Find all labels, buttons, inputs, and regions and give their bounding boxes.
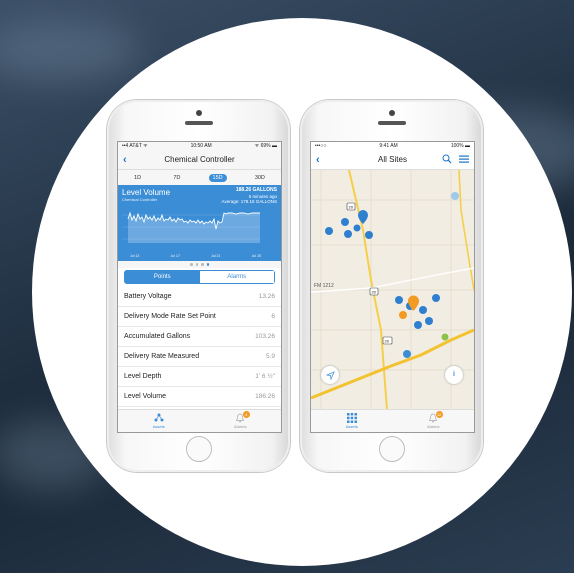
- point-label: Accumulated Gallons: [124, 333, 191, 340]
- chart-subtitle: Chemical Controller: [122, 197, 158, 202]
- point-value: 5.9: [265, 353, 275, 360]
- nav-bar: ‹ Chemical Controller: [118, 151, 281, 170]
- chart-title: Level Volume: [122, 188, 171, 197]
- battery: ᯤ 69% ▬: [254, 143, 277, 149]
- point-label: Battery Voltage: [124, 293, 172, 300]
- bell-icon: [393, 413, 475, 424]
- clock: 9:41 AM: [379, 143, 398, 149]
- page-dot: [201, 263, 204, 266]
- point-value: 1' 6 ½": [255, 373, 275, 380]
- route-shield-label: 20: [385, 339, 390, 344]
- chart-value-block: 188.26 GALLONS 5 minutes ago Average: 17…: [221, 187, 277, 205]
- tab-label: Alarms: [234, 424, 247, 429]
- point-value: 13.26: [258, 293, 275, 300]
- time-range-selector: 1D 7D 15D 30D: [118, 170, 281, 185]
- route-shield-label: 20: [372, 290, 377, 295]
- page-title: All Sites: [378, 155, 407, 164]
- point-value: 103.26: [255, 333, 275, 340]
- tab-bar: Assets 4 Alarms: [118, 409, 281, 432]
- alarm-count-badge: 12: [435, 411, 443, 418]
- route-shield-label: 20: [349, 205, 354, 210]
- nav-actions: [442, 151, 469, 169]
- range-30d[interactable]: 30D: [251, 174, 269, 182]
- x-tick: Jul 13: [130, 254, 140, 258]
- clock: 10:50 AM: [190, 143, 212, 149]
- road-label: FM 1212: [314, 283, 334, 289]
- chart-plot: [122, 211, 260, 243]
- point-label: Level Volume: [124, 393, 167, 400]
- points-alarms-segmented: Points Alarms: [124, 270, 275, 284]
- tab-label: Assets: [152, 424, 165, 429]
- range-1d[interactable]: 1D: [130, 174, 145, 182]
- segment-alarms[interactable]: Alarms: [199, 271, 274, 283]
- tab-assets[interactable]: Assets: [311, 410, 393, 432]
- bell-icon: [200, 413, 282, 424]
- search-icon[interactable]: [442, 154, 455, 165]
- x-tick: Jul 25: [251, 254, 261, 258]
- carrier: ••4 AT&T ᯤ: [122, 143, 148, 149]
- front-camera: [195, 110, 202, 116]
- battery: 100% ▬: [450, 143, 470, 149]
- assets-icon: [118, 413, 200, 424]
- tab-label: Alarms: [427, 424, 440, 429]
- tab-alarms[interactable]: 4 Alarms: [200, 410, 282, 432]
- chevron-left-icon[interactable]: ‹: [316, 151, 320, 169]
- grid-icon: [311, 413, 393, 424]
- tab-bar: Assets 12 Alarms: [311, 409, 474, 432]
- list-item[interactable]: Level Depth 1' 6 ½": [118, 367, 281, 387]
- chart-value-average: Average: 178.15 GALLONS: [221, 199, 277, 204]
- x-tick: Jul 21: [211, 254, 221, 258]
- page-dot: [195, 263, 198, 266]
- level-chart[interactable]: Level Volume Chemical Controller 188.26 …: [118, 185, 281, 261]
- screen: •••○○ 9:41 AM 100% ▬ ‹ All Sites FM 1212…: [310, 141, 475, 433]
- page-title: Chemical Controller: [164, 155, 235, 164]
- tab-alarms[interactable]: 12 Alarms: [393, 410, 475, 432]
- earpiece-speaker: [184, 121, 213, 125]
- range-15d[interactable]: 15D: [208, 173, 227, 182]
- site-markers: [325, 210, 440, 329]
- list-item[interactable]: Battery Voltage 13.26: [118, 287, 281, 307]
- tab-label: Assets: [345, 424, 358, 429]
- list-item[interactable]: Delivery Mode Rate Set Point 6: [118, 307, 281, 327]
- list-item[interactable]: Level Volume 186.26: [118, 387, 281, 407]
- segment-points[interactable]: Points: [125, 271, 200, 283]
- info-icon[interactable]: i: [445, 366, 463, 384]
- phone-chemical-controller: ••4 AT&T ᯤ 10:50 AM ᯤ 69% ▬ ‹ Chemical C…: [107, 100, 290, 472]
- sky-cloud: [0, 20, 140, 80]
- point-label: Delivery Rate Measured: [124, 353, 200, 360]
- earpiece-speaker: [377, 121, 406, 125]
- alarm-count-badge: 4: [242, 411, 250, 418]
- chevron-left-icon[interactable]: ‹: [123, 151, 127, 169]
- points-list: Battery Voltage 13.26 Delivery Mode Rate …: [118, 287, 281, 407]
- tab-assets[interactable]: Assets: [118, 410, 200, 432]
- phone-all-sites: •••○○ 9:41 AM 100% ▬ ‹ All Sites FM 1212…: [300, 100, 483, 472]
- signal: •••○○: [315, 143, 327, 149]
- x-tick: Jul 17: [170, 254, 180, 258]
- list-item[interactable]: Accumulated Gallons 103.26: [118, 327, 281, 347]
- home-button[interactable]: [378, 436, 405, 462]
- nav-bar: ‹ All Sites: [311, 151, 474, 170]
- list-item[interactable]: Delivery Rate Measured 5.9: [118, 347, 281, 367]
- menu-icon[interactable]: [455, 154, 469, 165]
- status-bar: •••○○ 9:41 AM 100% ▬: [311, 142, 474, 151]
- point-label: Level Depth: [124, 373, 162, 380]
- chart-x-ticks: Jul 13 Jul 17 Jul 21 Jul 25: [130, 254, 261, 258]
- point-value: 6: [271, 313, 275, 320]
- range-7d[interactable]: 7D: [169, 174, 184, 182]
- screen: ••4 AT&T ᯤ 10:50 AM ᯤ 69% ▬ ‹ Chemical C…: [117, 141, 282, 433]
- status-bar: ••4 AT&T ᯤ 10:50 AM ᯤ 69% ▬: [118, 142, 281, 151]
- page-indicator[interactable]: [118, 261, 281, 268]
- page-dot-active: [206, 263, 209, 266]
- point-label: Delivery Mode Rate Set Point: [124, 313, 216, 320]
- sites-map[interactable]: FM 1212 20 20 20 i: [311, 170, 474, 410]
- point-value: 186.26: [255, 393, 275, 400]
- page-dot: [190, 263, 193, 266]
- front-camera: [388, 110, 395, 116]
- location-arrow-icon[interactable]: [321, 366, 339, 384]
- home-button[interactable]: [185, 436, 212, 462]
